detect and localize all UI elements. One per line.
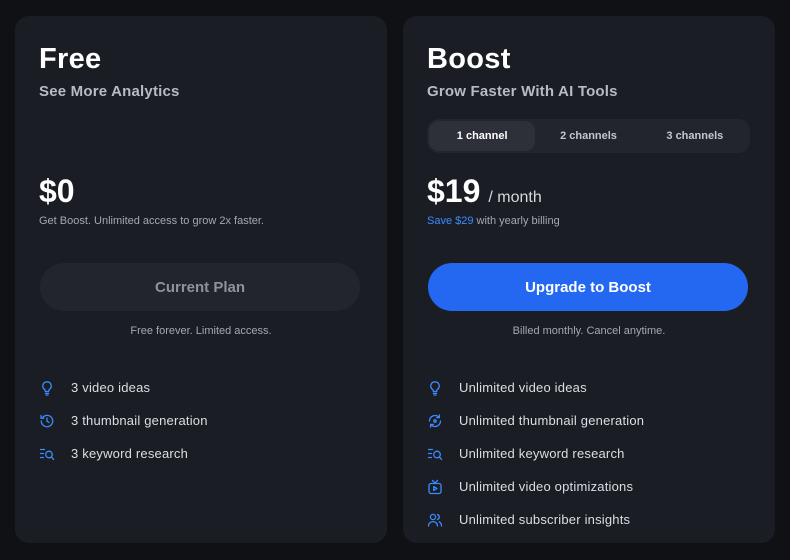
- users-icon: [427, 512, 443, 528]
- boost-plan-price: $19 / month: [427, 173, 542, 210]
- free-price-amount: $0: [39, 173, 75, 209]
- lightbulb-icon: [39, 380, 55, 396]
- boost-price-unit: / month: [488, 189, 542, 206]
- free-plan-title: Free: [39, 43, 102, 75]
- feature-item: 3 keyword research: [39, 437, 208, 470]
- boost-plan-title: Boost: [427, 43, 511, 75]
- refresh-icon: [427, 413, 443, 429]
- save-amount-text: Save $29: [427, 215, 474, 227]
- feature-item: 3 thumbnail generation: [39, 404, 208, 437]
- feature-label: Unlimited video optimizations: [459, 479, 634, 494]
- feature-item: Unlimited subscriber insights: [427, 503, 644, 536]
- free-plan-card: Free See More Analytics $0 Get Boost. Un…: [15, 16, 387, 543]
- feature-label: Unlimited thumbnail generation: [459, 413, 645, 428]
- feature-item: 3 video ideas: [39, 371, 208, 404]
- feature-item: Unlimited thumbnail generation: [427, 404, 644, 437]
- feature-label: Unlimited keyword research: [459, 446, 625, 461]
- feature-label: 3 thumbnail generation: [71, 413, 208, 428]
- feature-item: Unlimited keyword research: [427, 437, 644, 470]
- boost-feature-list: Unlimited video ideas Unlimited thumbnai…: [427, 371, 644, 536]
- video-optimize-icon: [427, 479, 443, 495]
- free-plan-price: $0: [39, 173, 75, 210]
- channel-selector: 1 channel 2 channels 3 channels: [427, 119, 750, 153]
- feature-label: Unlimited subscriber insights: [459, 512, 631, 527]
- boost-price-amount: $19: [427, 173, 481, 209]
- history-icon: [39, 413, 55, 429]
- free-plan-subtitle: See More Analytics: [39, 83, 180, 100]
- list-search-icon: [39, 446, 55, 462]
- lightbulb-icon: [427, 380, 443, 396]
- channel-option-1[interactable]: 1 channel: [429, 121, 536, 151]
- channel-option-3[interactable]: 3 channels: [642, 121, 748, 151]
- free-plan-description: Get Boost. Unlimited access to grow 2x f…: [39, 215, 264, 227]
- list-search-icon: [427, 446, 443, 462]
- feature-item: Unlimited video ideas: [427, 371, 644, 404]
- boost-plan-description: Save $29 with yearly billing: [427, 215, 560, 227]
- feature-item: Unlimited video optimizations: [427, 470, 644, 503]
- feature-label: Unlimited video ideas: [459, 380, 587, 395]
- boost-plan-subtitle: Grow Faster With AI Tools: [427, 83, 618, 100]
- free-feature-list: 3 video ideas 3 thumbnail generation 3 k…: [39, 371, 208, 470]
- free-plan-note: Free forever. Limited access.: [130, 325, 272, 337]
- boost-plan-card: Boost Grow Faster With AI Tools 1 channe…: [403, 16, 775, 543]
- upgrade-to-boost-button[interactable]: Upgrade to Boost: [428, 263, 748, 311]
- current-plan-button[interactable]: Current Plan: [40, 263, 360, 311]
- feature-label: 3 keyword research: [71, 446, 189, 461]
- channel-option-2[interactable]: 2 channels: [535, 121, 641, 151]
- boost-plan-note: Billed monthly. Cancel anytime.: [512, 325, 666, 337]
- feature-label: 3 video ideas: [71, 380, 151, 395]
- save-suffix-text: with yearly billing: [473, 215, 560, 227]
